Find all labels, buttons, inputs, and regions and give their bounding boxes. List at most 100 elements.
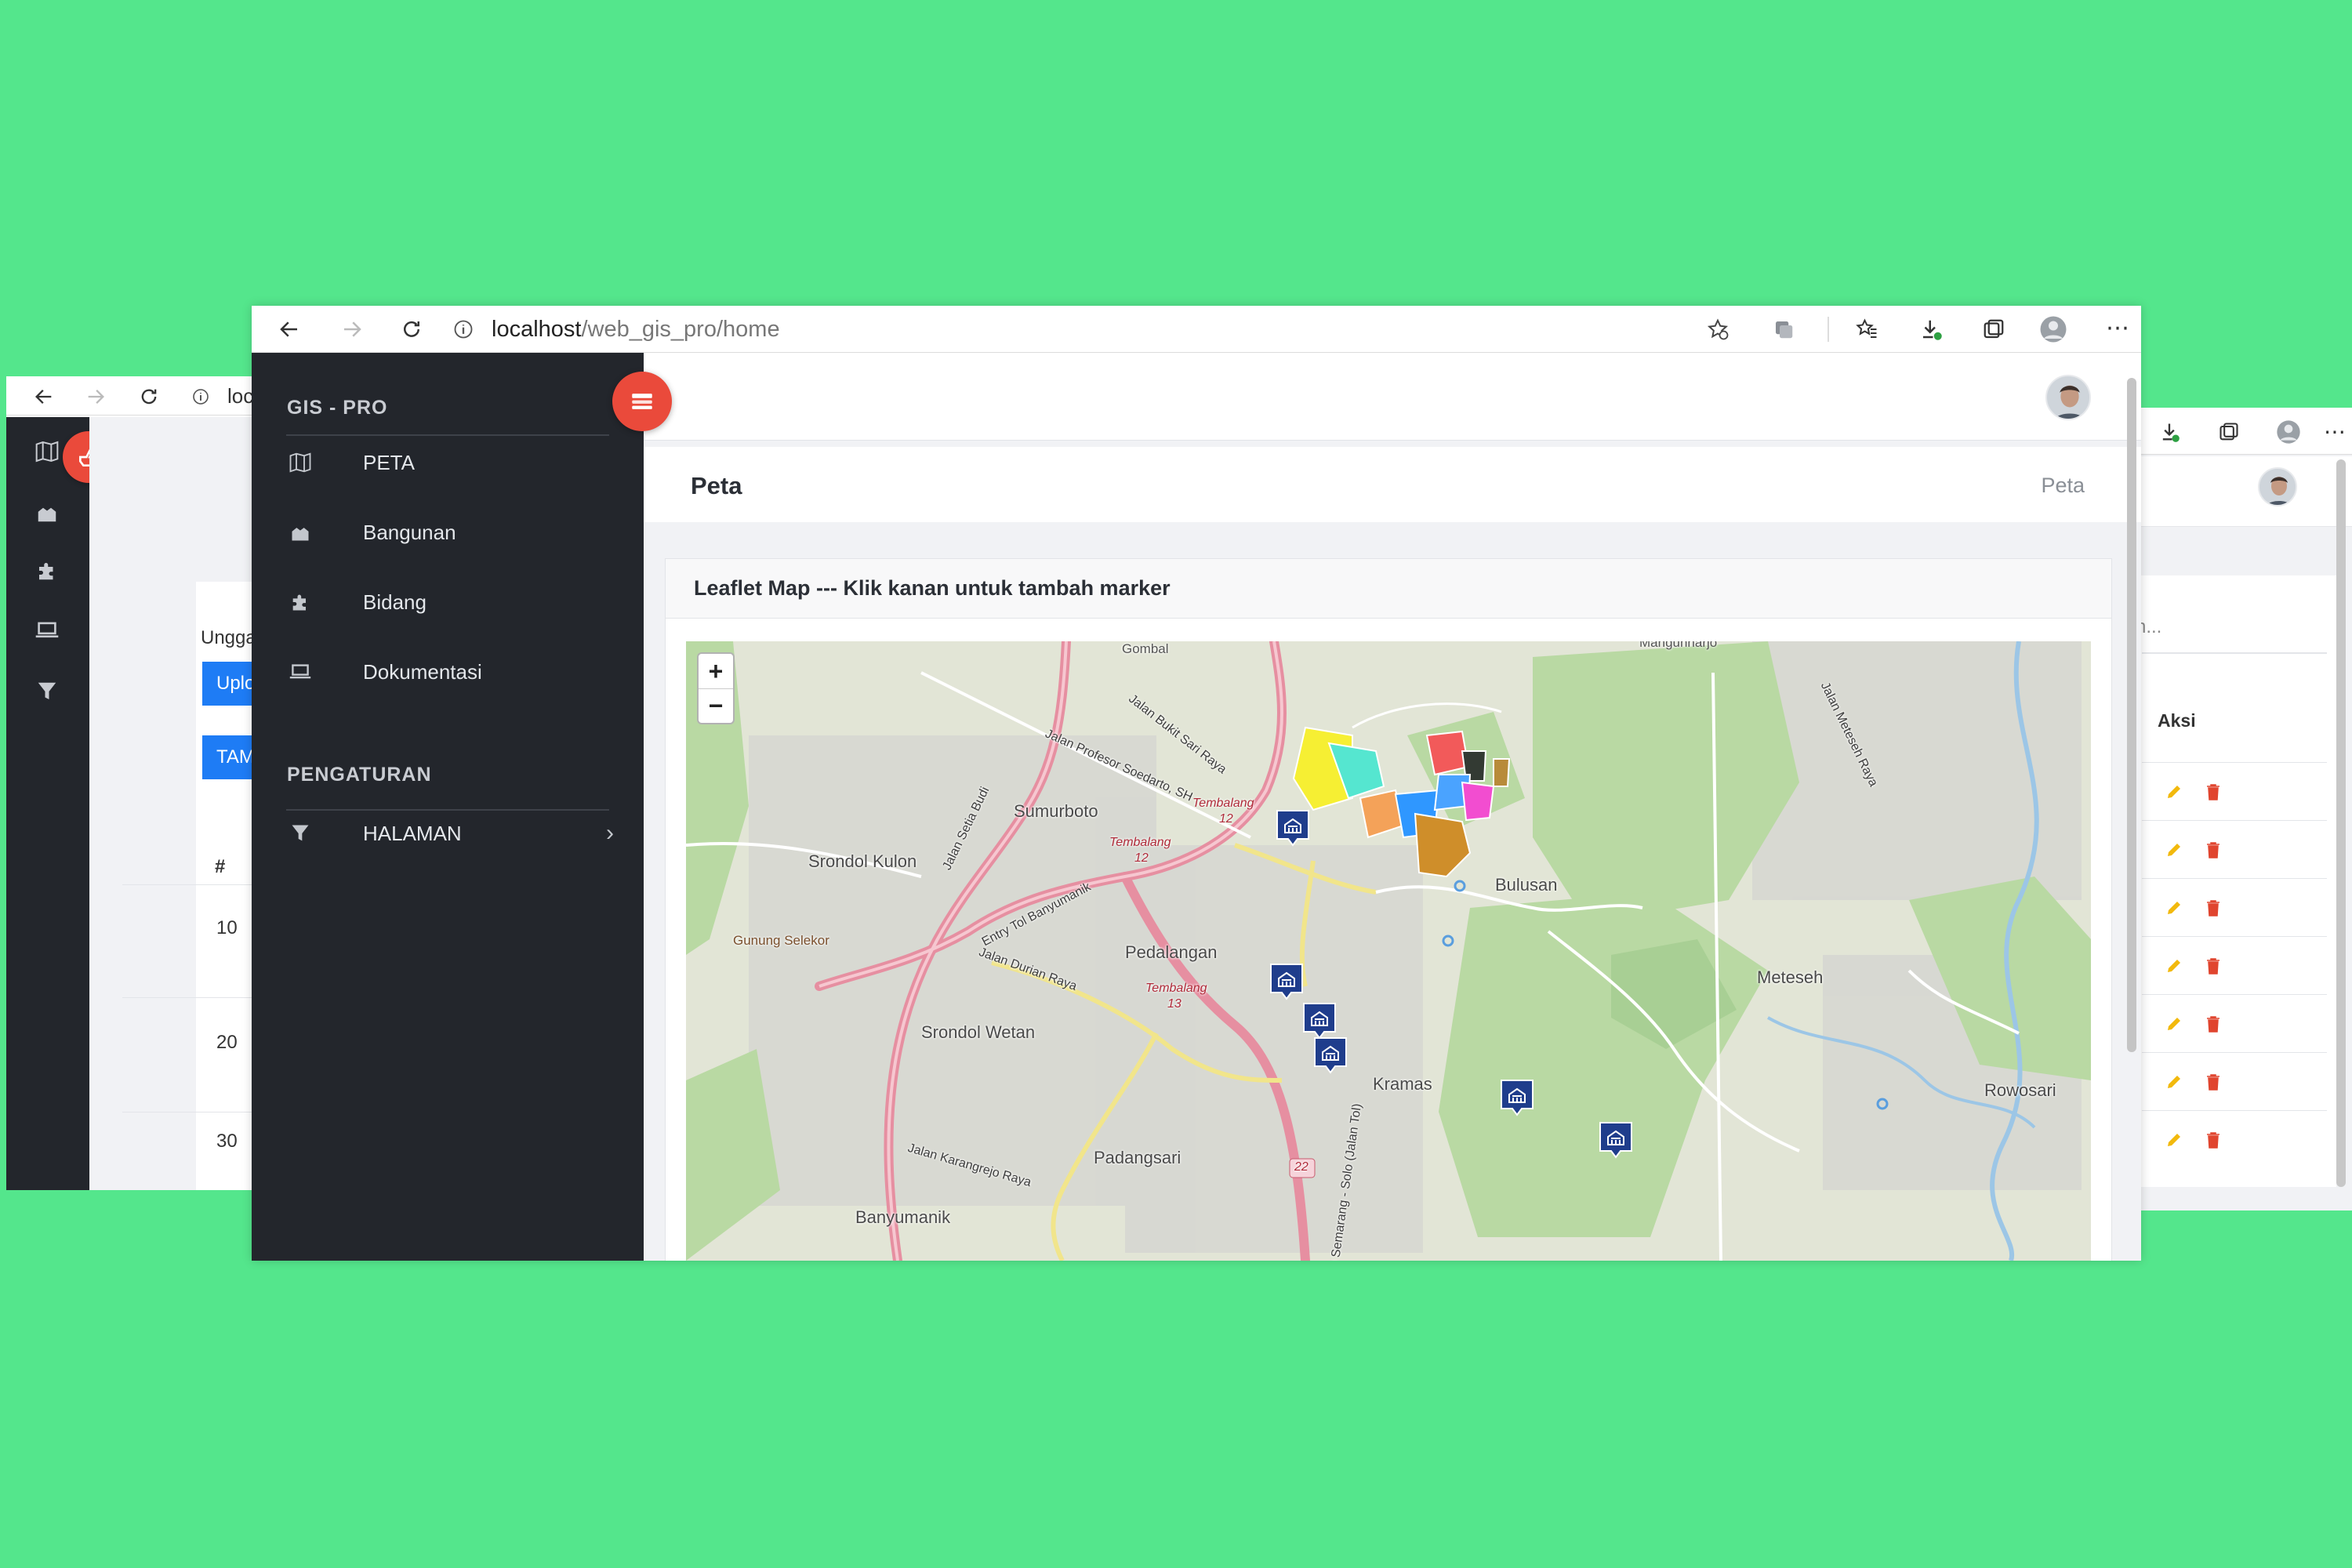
table-row <box>2142 936 2327 994</box>
route-label: 12 <box>1219 812 1233 826</box>
filter-icon[interactable] <box>33 677 61 706</box>
sidebar-item-dokumentasi[interactable]: Dokumentasi <box>252 641 644 703</box>
sidebar-item-label: Bidang <box>363 590 426 614</box>
sidebar-item-halaman[interactable]: HALAMAN › <box>252 802 644 865</box>
url-path: /web_gis_pro/home <box>581 316 780 342</box>
table-cell: 10 <box>216 917 238 938</box>
road-label: Tembalang <box>1109 836 1171 849</box>
delete-trash-icon[interactable] <box>2201 896 2225 920</box>
scrollbar[interactable] <box>2336 459 2346 1187</box>
edit-pencil-icon[interactable] <box>2162 838 2186 862</box>
route-label: 22 <box>1294 1160 1308 1174</box>
more-icon[interactable]: ⋯ <box>2102 312 2133 343</box>
road-label: Tembalang <box>1192 797 1254 810</box>
leaflet-map[interactable]: + − Gombal Mangunharjo Sumurboto Srondol… <box>686 641 2091 1261</box>
favorites-icon[interactable] <box>1853 315 1881 343</box>
forward-arrow-icon[interactable] <box>338 315 366 343</box>
profile-icon[interactable] <box>2038 314 2069 345</box>
sidebar-item-peta[interactable]: PETA <box>252 431 644 494</box>
back-arrow-icon[interactable] <box>30 383 58 411</box>
delete-trash-icon[interactable] <box>2201 1012 2225 1036</box>
building-marker-icon[interactable] <box>1313 1036 1348 1074</box>
url-text[interactable]: loc <box>227 384 253 408</box>
sidebar-toggle-button[interactable] <box>612 372 672 431</box>
map-label: Padangsari <box>1094 1148 1181 1167</box>
add-favorite-icon[interactable] <box>1704 315 1732 343</box>
building-marker-icon[interactable] <box>1276 809 1310 847</box>
sidebar: GIS - PRO PETA Bangunan Bidang Dokumenta… <box>252 353 644 1261</box>
map-tiles <box>686 641 2091 1261</box>
collections-icon[interactable] <box>1980 315 2008 343</box>
reload-icon[interactable] <box>397 315 426 343</box>
puzzle-icon[interactable] <box>33 557 61 585</box>
map-label: Bulusan <box>1495 875 1558 895</box>
address-bar[interactable]: localhost/web_gis_pro/home <box>452 310 1986 348</box>
sidebar-item-label: PETA <box>363 450 415 474</box>
avatar[interactable] <box>2045 375 2091 420</box>
collections-icon[interactable] <box>2216 419 2242 445</box>
sidebar-item-bidang[interactable]: Bidang <box>252 571 644 633</box>
table-row <box>2142 820 2327 878</box>
url-text[interactable]: localhost/web_gis_pro/home <box>492 317 780 343</box>
map-label: Mangunharjo <box>1639 641 1718 650</box>
url-host: localhost <box>492 316 582 342</box>
map-label: Gunung Selekor <box>733 933 829 948</box>
extension-icon[interactable] <box>1769 315 1798 343</box>
toolbar-divider <box>1828 317 1829 342</box>
page-title: Peta <box>691 472 742 499</box>
edit-pencil-icon[interactable] <box>2162 896 2186 920</box>
building-icon[interactable] <box>33 499 61 527</box>
laptop-icon[interactable] <box>33 616 61 644</box>
building-icon <box>286 518 314 546</box>
reload-icon[interactable] <box>135 383 163 411</box>
top-navbar <box>644 353 2141 441</box>
map-label: Kramas <box>1373 1074 1432 1094</box>
browser-toolbar: localhost/web_gis_pro/home ⋯ <box>252 306 2141 353</box>
settings-section-title: PENGATURAN <box>287 764 432 786</box>
avatar[interactable] <box>2258 467 2297 506</box>
table-row <box>2142 994 2327 1052</box>
map-label: Sumurboto <box>1014 801 1098 821</box>
sidebar-item-label: Dokumentasi <box>363 659 482 684</box>
menu-icon <box>632 394 652 409</box>
map-icon <box>286 448 314 477</box>
building-marker-icon[interactable] <box>1599 1121 1633 1159</box>
zoom-in-button[interactable]: + <box>699 654 733 688</box>
download-icon[interactable] <box>2156 419 2183 445</box>
building-marker-icon[interactable] <box>1500 1079 1534 1116</box>
divider <box>2142 652 2327 654</box>
delete-trash-icon[interactable] <box>2201 1070 2225 1094</box>
download-icon[interactable] <box>1917 315 1945 343</box>
forward-arrow-icon[interactable] <box>82 383 110 411</box>
table-cell: 30 <box>216 1131 238 1152</box>
main-browser-window: localhost/web_gis_pro/home ⋯ GIS - PRO P… <box>252 306 2141 1261</box>
delete-trash-icon[interactable] <box>2201 780 2225 804</box>
edit-pencil-icon[interactable] <box>2162 780 2186 804</box>
edit-pencil-icon[interactable] <box>2162 954 2186 978</box>
profile-icon[interactable] <box>2274 417 2303 447</box>
more-icon[interactable]: ⋯ <box>2321 417 2349 445</box>
page-header: Peta Peta <box>644 447 2141 522</box>
edit-pencil-icon[interactable] <box>2162 1128 2186 1152</box>
map-label: Srondol Wetan <box>921 1022 1036 1042</box>
map-icon[interactable] <box>33 437 61 466</box>
scrollbar[interactable] <box>2127 378 2136 1052</box>
zoom-out-button[interactable]: − <box>699 688 733 723</box>
delete-trash-icon[interactable] <box>2201 1128 2225 1152</box>
delete-trash-icon[interactable] <box>2201 954 2225 978</box>
column-header-action: Aksi <box>2158 710 2196 731</box>
delete-trash-icon[interactable] <box>2201 838 2225 862</box>
building-marker-icon[interactable] <box>1269 963 1304 1000</box>
sidebar-item-bangunan[interactable]: Bangunan <box>252 501 644 564</box>
right-header <box>2132 456 2352 527</box>
edit-pencil-icon[interactable] <box>2162 1070 2186 1094</box>
right-browser-window: ⋯ h... Aksi <box>2132 408 2352 1210</box>
filter-icon <box>286 819 314 848</box>
breadcrumb[interactable]: Peta <box>2041 474 2085 498</box>
edit-pencil-icon[interactable] <box>2162 1012 2186 1036</box>
map-label: Banyumanik <box>855 1207 951 1227</box>
map-label: Meteseh <box>1757 967 1824 987</box>
browser-toolbar: ⋯ <box>2132 408 2352 455</box>
back-arrow-icon[interactable] <box>275 315 303 343</box>
building-marker-icon[interactable] <box>1302 1002 1337 1040</box>
